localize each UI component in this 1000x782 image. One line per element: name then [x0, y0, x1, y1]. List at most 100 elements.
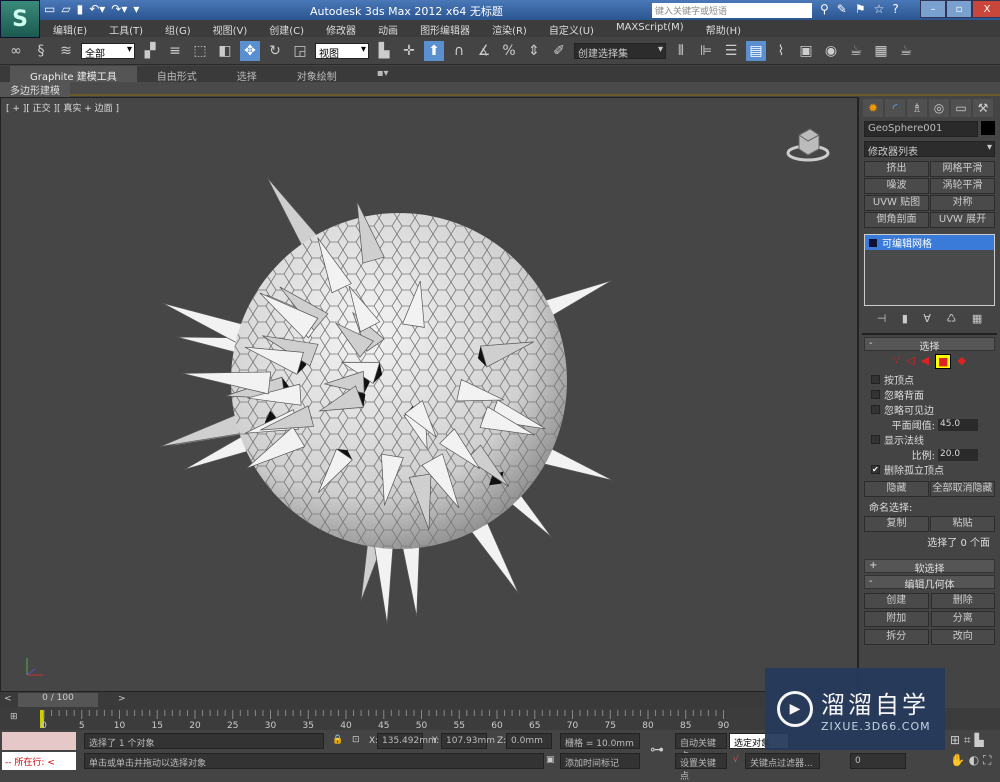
- object-name-field[interactable]: GeoSphere001: [864, 121, 978, 137]
- ribbon-options-icon[interactable]: ▪▾: [357, 66, 409, 82]
- minimize-button[interactable]: –: [920, 0, 946, 18]
- geosphere-model[interactable]: [1, 98, 857, 691]
- by-vertex-checkbox[interactable]: 按顶点: [859, 372, 1000, 387]
- polygon-level-icon[interactable]: ■: [935, 354, 952, 369]
- open-icon[interactable]: ▱: [61, 2, 70, 16]
- snaps-toggle-icon[interactable]: ∩: [449, 41, 469, 61]
- satellite-icon[interactable]: ⚑: [855, 2, 866, 16]
- edge-level-icon[interactable]: ◁: [906, 354, 914, 369]
- scale-spinner[interactable]: 20.0: [938, 448, 978, 461]
- move-icon[interactable]: ✥: [240, 40, 260, 61]
- window-crossing-icon[interactable]: ◧: [215, 41, 235, 61]
- delete-isolated-checkbox[interactable]: ✔ 删除孤立顶点: [859, 462, 1000, 477]
- new-icon[interactable]: ▭: [44, 2, 55, 16]
- element-level-icon[interactable]: ◆: [957, 354, 965, 369]
- absolute-mode-icon[interactable]: ⊡: [352, 735, 360, 745]
- tab-selection[interactable]: 选择: [217, 66, 277, 83]
- menu-modifiers[interactable]: 修改器: [315, 20, 367, 37]
- modifier-list-dropdown[interactable]: 修改器列表: [864, 141, 995, 158]
- next-frame-icon[interactable]: >: [118, 694, 126, 704]
- create-tab-icon[interactable]: ✹: [863, 99, 883, 117]
- mini-curve-editor-icon[interactable]: ⊞: [10, 712, 18, 722]
- unwrap-uvw-button[interactable]: UVW 展开: [930, 212, 995, 228]
- prev-frame-icon[interactable]: <: [4, 694, 12, 704]
- face-level-icon[interactable]: ◀: [921, 354, 929, 369]
- set-key-button[interactable]: 设置关键点: [675, 753, 727, 782]
- modify-tab-icon[interactable]: ◜: [885, 99, 905, 117]
- save-icon[interactable]: ▮: [77, 2, 84, 16]
- remove-modifier-icon[interactable]: ♺: [946, 312, 956, 325]
- app-logo[interactable]: S: [0, 0, 40, 38]
- delete-button[interactable]: 删除: [930, 593, 995, 609]
- hierarchy-tab-icon[interactable]: ♗: [907, 99, 927, 117]
- menu-tools[interactable]: 工具(T): [98, 20, 154, 37]
- reference-coord-dropdown[interactable]: 视图: [315, 42, 369, 60]
- bind-spacewarp-icon[interactable]: ≋: [56, 41, 76, 61]
- help-icon[interactable]: ?: [892, 2, 898, 16]
- key-filters-button[interactable]: 关键点过滤器...: [745, 753, 820, 769]
- render-setup-icon[interactable]: ☕: [846, 41, 866, 61]
- pivot-icon[interactable]: ▙: [374, 41, 394, 61]
- soft-selection-rollout-header[interactable]: + 软选择: [864, 559, 995, 575]
- rendered-frame-icon[interactable]: ▦: [871, 41, 891, 61]
- named-selection-dropdown[interactable]: 创建选择集: [574, 42, 666, 60]
- angle-snap-icon[interactable]: ∡: [474, 41, 494, 61]
- link-icon[interactable]: ∞: [6, 41, 26, 61]
- selection-filter-dropdown[interactable]: 全部: [81, 42, 135, 60]
- time-tag-icon[interactable]: ▣: [546, 755, 555, 765]
- create-button[interactable]: 创建: [864, 593, 929, 609]
- maxscript-line[interactable]: -- 所在行: <: [2, 752, 76, 770]
- object-color-swatch[interactable]: [981, 121, 995, 135]
- turbosmooth-button[interactable]: 涡轮平滑: [930, 178, 995, 194]
- edit-geometry-rollout-header[interactable]: - 编辑几何体: [864, 575, 995, 591]
- unhide-all-button[interactable]: 全部取消隐藏: [930, 481, 995, 497]
- tab-object-paint[interactable]: 对象绘制: [277, 66, 357, 83]
- graphite-toggle-icon[interactable]: ▤: [746, 40, 766, 61]
- detach-button[interactable]: 分离: [930, 611, 995, 627]
- menu-maxscript[interactable]: MAXScript(M): [605, 20, 695, 37]
- schematic-view-icon[interactable]: ▣: [796, 41, 816, 61]
- layer-manager-icon[interactable]: ☰: [721, 41, 741, 61]
- percent-snap-icon[interactable]: %: [499, 41, 519, 61]
- menu-group[interactable]: 组(G): [154, 20, 202, 37]
- unlink-icon[interactable]: §: [31, 41, 51, 61]
- menu-rendering[interactable]: 渲染(R): [481, 20, 538, 37]
- turn-button[interactable]: 改向: [930, 629, 995, 645]
- planar-thresh-spinner[interactable]: 45.0: [938, 418, 978, 431]
- stack-item-editable-mesh[interactable]: 可编辑网格: [865, 235, 994, 250]
- align-icon[interactable]: ⊫: [696, 41, 716, 61]
- star-icon[interactable]: ☆: [874, 2, 885, 16]
- menu-graph-editors[interactable]: 图形编辑器: [409, 20, 481, 37]
- menu-animation[interactable]: 动画: [367, 20, 409, 37]
- viewcube[interactable]: [785, 123, 831, 163]
- z-coordinate-field[interactable]: 0.0mm: [506, 733, 552, 749]
- show-normals-checkbox[interactable]: 显示法线: [859, 432, 1000, 447]
- attach-button[interactable]: 附加: [864, 611, 929, 627]
- spinner-snap-icon[interactable]: ⇕: [524, 41, 544, 61]
- polygon-modeling-label[interactable]: 多边形建模: [0, 82, 70, 97]
- keyboard-shortcut-icon[interactable]: ⬆: [424, 40, 444, 61]
- ignore-visible-edges-checkbox[interactable]: 忽略可见边: [859, 402, 1000, 417]
- rotate-icon[interactable]: ↻: [265, 41, 285, 61]
- selection-rollout-header[interactable]: - 选择: [864, 337, 995, 353]
- tab-graphite[interactable]: Graphite 建模工具: [10, 66, 137, 83]
- add-time-tag[interactable]: 添加时间标记: [560, 753, 640, 769]
- show-end-result-icon[interactable]: ▮: [902, 312, 908, 325]
- menu-edit[interactable]: 编辑(E): [42, 20, 98, 37]
- viewport-nav-icons[interactable]: ⊞ ⌗ ▙: [950, 733, 984, 748]
- menu-create[interactable]: 创建(C): [258, 20, 315, 37]
- extrude-button[interactable]: 挤出: [864, 161, 929, 177]
- select-by-name-icon[interactable]: ≡: [165, 41, 185, 61]
- pan-orbit-icons[interactable]: ✋ ◐ ⛶: [950, 753, 991, 768]
- current-frame-field[interactable]: 0: [850, 753, 906, 769]
- vertex-level-icon[interactable]: ∵: [893, 354, 900, 369]
- time-slider[interactable]: < 0 / 100 >: [0, 692, 858, 708]
- display-tab-icon[interactable]: ▭: [951, 99, 971, 117]
- mirror-icon[interactable]: ⫴: [671, 41, 691, 61]
- rect-selection-icon[interactable]: ⬚: [190, 41, 210, 61]
- undo-icon[interactable]: ↶▾: [89, 2, 105, 16]
- close-button[interactable]: X: [972, 0, 1000, 18]
- divide-button[interactable]: 拆分: [864, 629, 929, 645]
- time-slider-handle[interactable]: 0 / 100: [18, 693, 98, 707]
- menu-help[interactable]: 帮助(H): [695, 20, 752, 37]
